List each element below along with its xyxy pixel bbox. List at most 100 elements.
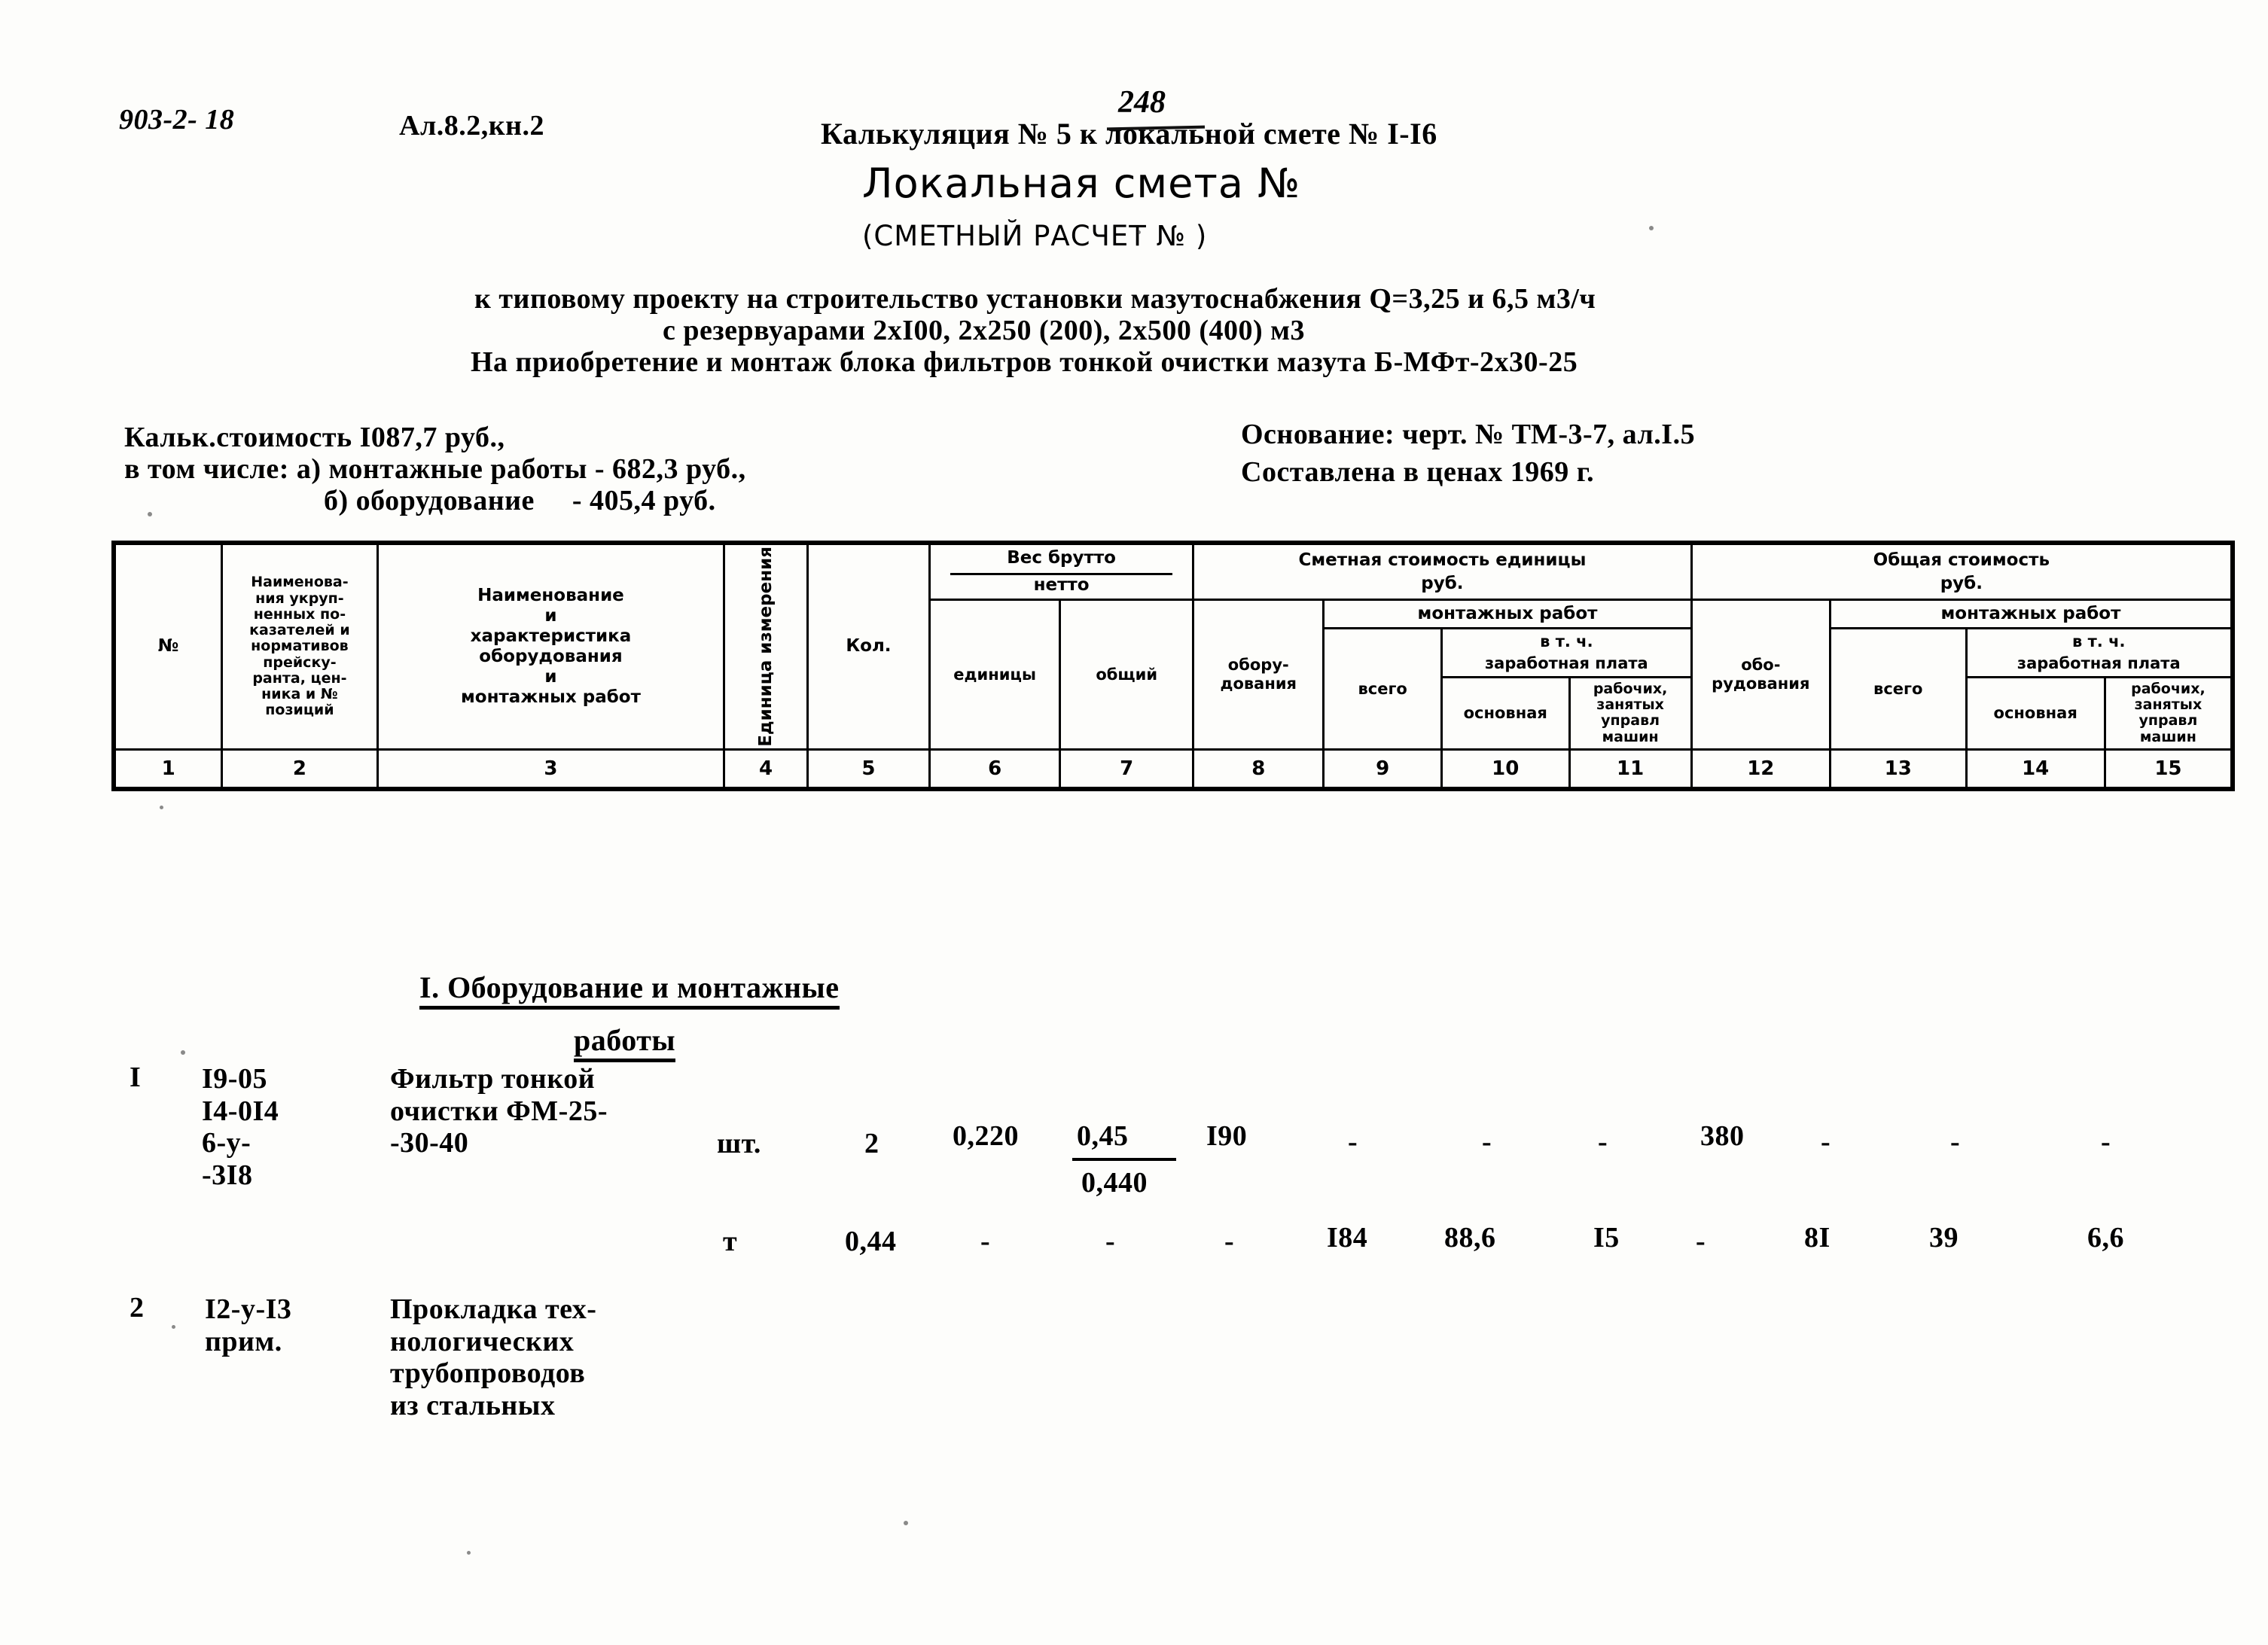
- row-1-unit-wage-basic: -: [1482, 1126, 1492, 1158]
- project-description-line-3: На приобретение и монтаж блока фильтров …: [471, 346, 1578, 378]
- th-name-label: Наименование и характеристика оборудован…: [460, 585, 641, 708]
- th-unit-wage-machine-label: рабочих, занятых управл машин: [1593, 680, 1668, 745]
- th-total-wage-basic: основная: [1965, 675, 2106, 751]
- row-1-weight-total-numerator: 0,45: [1077, 1120, 1129, 1152]
- th-total-wages-vtch: в т. ч.: [2072, 632, 2126, 651]
- row-1b-unit-wage-basic: 88,6: [1444, 1222, 1496, 1254]
- th-total-install-group: монтажных работ: [1828, 599, 2235, 630]
- th-unit-install-all: всего: [1322, 627, 1443, 751]
- document-code: 903-2- 18: [119, 104, 235, 136]
- row-1-unit-install-all: -: [1348, 1126, 1358, 1158]
- th-total-wage-basic-label: основная: [1993, 704, 2077, 723]
- row-1b-total-wage-machine: 6,6: [2087, 1222, 2124, 1254]
- th-unit-wage-basic-label: основная: [1463, 704, 1547, 723]
- th-name: Наименование и характеристика оборудован…: [376, 540, 726, 751]
- scan-speck: [467, 1551, 471, 1555]
- scan-speck: [172, 1325, 175, 1329]
- project-description-line-2: с резервуарами 2хI00, 2х250 (200), 2х500…: [663, 315, 1306, 346]
- th-total-wage-machine: рабочих, занятых управл машин: [2103, 675, 2235, 751]
- th-weight-group: Вес брутто нетто: [928, 541, 1195, 602]
- row-1b-total-wage-basic: 39: [1929, 1222, 1959, 1254]
- table-grid: № Наименова- ния укруп- ненных по- казат…: [111, 540, 2235, 791]
- row-1b-total-equipment: -: [1696, 1226, 1706, 1257]
- row-1-unit-equipment-cost: I90: [1206, 1120, 1248, 1152]
- row-1-total-wage-basic: -: [1950, 1126, 1961, 1158]
- th-codes: Наименова- ния укруп- ненных по- казател…: [221, 540, 379, 751]
- th-weight-brutto: Вес брутто: [1007, 548, 1116, 568]
- row-2-code: I2-у-I3 прим.: [205, 1293, 292, 1357]
- th-total-wage-machine-label: рабочих, занятых управл машин: [2131, 680, 2206, 745]
- colnum-9: 9: [1322, 748, 1443, 791]
- row-1-fraction-rule: [1072, 1158, 1176, 1161]
- th-unit-install-group: монтажных работ: [1322, 599, 1693, 630]
- colnum-4: 4: [723, 748, 809, 791]
- colnum-8: 8: [1192, 748, 1325, 791]
- th-weight-netto: нетто: [1033, 575, 1090, 596]
- colnum-7: 7: [1059, 748, 1195, 791]
- colnum-13: 13: [1828, 748, 1968, 791]
- row-1-unit-wage-machine: -: [1598, 1126, 1608, 1158]
- colnum-15: 15: [2103, 748, 2235, 791]
- th-total-equipment: обо- рудования: [1690, 599, 1831, 751]
- th-weight-unit: единицы: [928, 599, 1062, 751]
- row-1-number: I: [130, 1062, 142, 1093]
- th-unit-cost-currency: руб.: [1421, 573, 1464, 593]
- colnum-2: 2: [221, 748, 379, 791]
- colnum-5: 5: [806, 748, 931, 791]
- row-1-code: I9-05 I4-0I4 6-у- -3I8: [202, 1063, 279, 1191]
- th-unit-install-all-label: всего: [1358, 679, 1407, 698]
- scan-speck: [148, 512, 152, 516]
- th-total-wages-label: заработная плата: [2017, 654, 2181, 673]
- row-2-number: 2: [130, 1292, 145, 1324]
- th-unit-wages-label: заработная плата: [1484, 654, 1648, 673]
- th-unit-wages-group: в т. ч. заработная плата: [1440, 627, 1693, 678]
- project-description-line-1: к типовому проекту на строительство уста…: [474, 283, 1596, 315]
- document-page: 903-2- 18 Ал.8.2,кн.2 Калькуляция № 5 к …: [0, 0, 2268, 1645]
- th-unit-cost-group: Сметная стоимость единицы руб.: [1192, 541, 1693, 602]
- row-1-unit: шт.: [717, 1128, 761, 1159]
- th-weight-total-label: общий: [1096, 665, 1158, 684]
- th-unit-label: Единица измерения: [755, 547, 776, 747]
- page-subtitle: (СМЕТНЫЙ РАСЧЕТ № ): [862, 220, 1208, 252]
- colnum-1: 1: [111, 748, 224, 791]
- th-total-wages-group: в т. ч. заработная плата: [1965, 627, 2235, 678]
- scan-speck: [1649, 226, 1654, 230]
- th-total-install-all: всего: [1828, 627, 1968, 751]
- row-2-name: Прокладка тех- нологических трубопроводо…: [390, 1293, 597, 1421]
- row-1b-total-install-all: 8I: [1804, 1222, 1831, 1254]
- colnum-6: 6: [928, 748, 1062, 791]
- th-weight-unit-label: единицы: [953, 665, 1036, 684]
- page-title: Локальная смета №: [862, 160, 1301, 207]
- th-qty-label: Кол.: [846, 636, 892, 656]
- th-unit-cost-title: Сметная стоимость единицы: [1298, 550, 1587, 570]
- colnum-3: 3: [376, 748, 726, 791]
- scan-speck: [1137, 230, 1141, 234]
- section-title-line-2-text: работы: [574, 1023, 676, 1062]
- calc-cost-total: Кальк.стоимость I087,7 руб.,: [124, 422, 505, 453]
- colnum-14: 14: [1965, 748, 2106, 791]
- handwritten-page-number: 248: [1118, 85, 1166, 120]
- scan-speck: [181, 1050, 185, 1055]
- th-total-cost-title: Общая стоимость: [1873, 550, 2050, 570]
- colnum-12: 12: [1690, 748, 1831, 791]
- row-1-total-equipment: 380: [1700, 1120, 1745, 1152]
- scan-speck: [160, 806, 163, 809]
- row-1b-unit: т: [723, 1226, 738, 1257]
- row-1-name: Фильтр тонкой очистки ФМ-25- -30-40: [390, 1063, 608, 1159]
- th-unit-wages-vtch: в т. ч.: [1540, 632, 1593, 651]
- column-number-row: 1 2 3 4 5 6 7 8 9 10 11 12 13 14 15: [111, 748, 2235, 791]
- row-1-total-install-all: -: [1821, 1126, 1831, 1158]
- row-1b-weight-total: -: [1105, 1226, 1116, 1257]
- row-1-qty: 2: [864, 1128, 879, 1159]
- th-codes-label: Наименова- ния укруп- ненных по- казател…: [249, 574, 350, 719]
- calc-cost-equipment: б) оборудование - 405,4 руб.: [324, 485, 716, 516]
- th-unit-wage-machine: рабочих, занятых управл машин: [1568, 675, 1693, 751]
- th-number: №: [111, 540, 224, 751]
- album-code: Ал.8.2,кн.2: [399, 110, 545, 142]
- colnum-11: 11: [1568, 748, 1693, 791]
- th-qty: Кол.: [806, 540, 931, 751]
- th-weight-total: общий: [1059, 599, 1195, 751]
- th-total-equipment-label: обо- рудования: [1712, 656, 1810, 693]
- th-unit-equipment-label: обору- дования: [1220, 656, 1297, 693]
- calculation-reference-line: Калькуляция № 5 к локальной смете № I-I6: [821, 117, 1437, 151]
